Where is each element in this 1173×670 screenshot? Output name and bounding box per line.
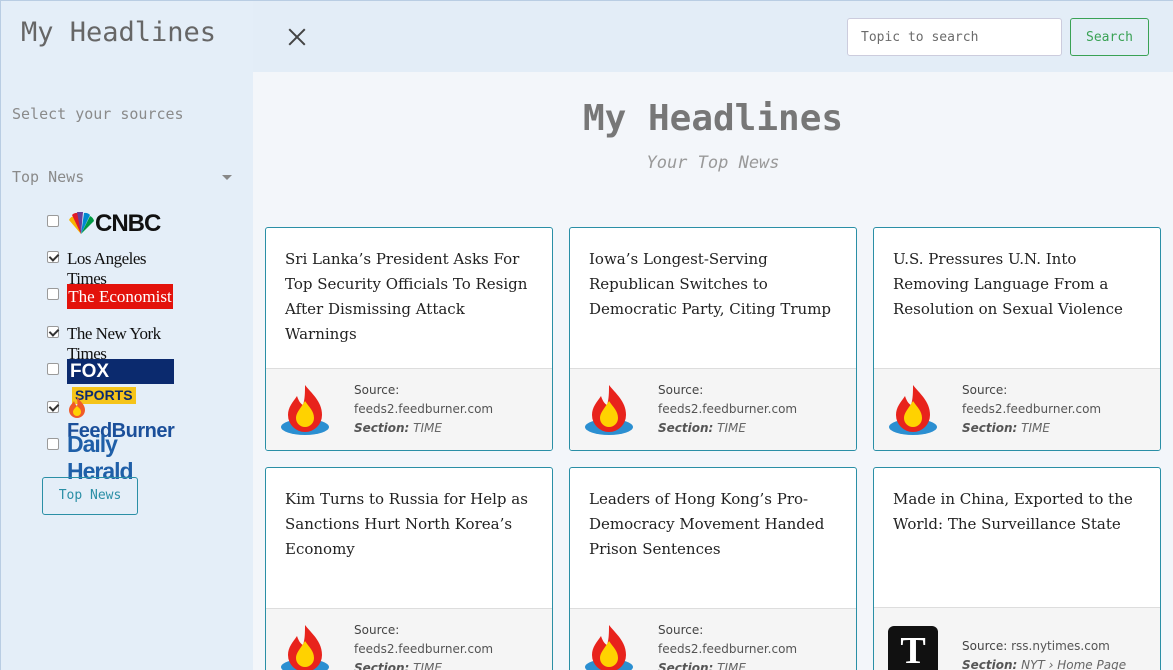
page-title: My Headlines: [582, 98, 844, 139]
nyt-icon: T: [888, 626, 938, 670]
los-angeles-times-logo[interactable]: Los Angeles Times: [67, 249, 177, 288]
top-bar: Search: [253, 0, 1173, 72]
section-label: Section:: [354, 421, 410, 435]
headline-title[interactable]: Sri Lanka’s President Asks For Top Secur…: [285, 247, 540, 347]
source-item-la-times: Los Angeles Times: [47, 244, 187, 288]
feedburner-logo[interactable]: FeedBurner: [67, 396, 177, 442]
headline-title[interactable]: Kim Turns to Russia for Help as Sanction…: [285, 487, 540, 562]
peacock-icon: [69, 212, 94, 234]
source-checkbox-cnbc[interactable]: [47, 215, 59, 227]
sources-heading: Select your sources: [12, 105, 184, 123]
source-value: feeds2.feedburner.com: [354, 402, 494, 416]
caret-down-icon: [222, 175, 232, 180]
source-item-economist: The Economist: [47, 281, 187, 309]
card-meta: Source: rss.nytimes.com Section: NYT › Ho…: [962, 637, 1126, 670]
source-label: Source:: [962, 383, 1008, 397]
card-footer: T Source: rss.nytimes.com Section: NYT › H…: [874, 607, 1160, 670]
card-meta: Source: feeds2.feedburner.com Section: TIM…: [962, 381, 1101, 438]
source-checkbox-nyt[interactable]: [47, 326, 59, 338]
cnbc-logo[interactable]: CNBC: [67, 210, 177, 238]
card-footer: Source: feeds2.feedburner.com Section: TIM…: [570, 368, 856, 450]
feedburner-icon: [281, 385, 329, 435]
card-footer: Source: feeds2.feedburner.com Section: TIM…: [266, 608, 552, 670]
source-checkbox-daily-herald[interactable]: [47, 438, 59, 450]
fox-sports-logo[interactable]: FOXSPORTS: [67, 359, 174, 404]
headline-title[interactable]: U.S. Pressures U.N. Into Removing Langua…: [893, 247, 1148, 322]
section-label: Section:: [962, 421, 1018, 435]
feedburner-icon: [585, 385, 633, 435]
card-meta: Source: feeds2.feedburner.com Section: TIM…: [354, 381, 493, 438]
section-value: TIME: [413, 421, 442, 435]
section-value: TIME: [413, 661, 442, 670]
close-icon[interactable]: [286, 26, 308, 48]
headline-card[interactable]: U.S. Pressures U.N. Into Removing Langua…: [873, 227, 1161, 451]
source-value: rss.nytimes.com: [1011, 639, 1110, 653]
headline-card[interactable]: Kim Turns to Russia for Help as Sanction…: [265, 467, 553, 670]
source-value: feeds2.feedburner.com: [354, 642, 494, 656]
card-meta: Source: feeds2.feedburner.com Section: TIM…: [658, 621, 797, 670]
headline-card[interactable]: Iowa’s Longest-Serving Republican Switch…: [569, 227, 857, 451]
source-label: Source:: [354, 623, 400, 637]
feedburner-icon: [889, 385, 937, 435]
source-label: Source:: [658, 383, 704, 397]
source-checkbox-economist[interactable]: [47, 288, 59, 300]
source-item-fox-sports: FOXSPORTS: [47, 356, 187, 404]
source-item-cnbc: CNBC: [47, 208, 187, 238]
card-meta: Source: feeds2.feedburner.com Section: TIM…: [658, 381, 797, 438]
section-label: Section:: [354, 661, 410, 670]
daily-herald-logo[interactable]: Daily Herald: [67, 431, 177, 484]
headline-title[interactable]: Iowa’s Longest-Serving Republican Switch…: [589, 247, 844, 322]
headline-title[interactable]: Made in China, Exported to the World: Th…: [893, 487, 1148, 537]
source-checkbox-fox-sports[interactable]: [47, 363, 59, 375]
headline-card[interactable]: Leaders of Hong Kong’s Pro-Democracy Mov…: [569, 467, 857, 670]
section-label: Section:: [658, 421, 714, 435]
headline-card[interactable]: Made in China, Exported to the World: Th…: [873, 467, 1161, 670]
search-input[interactable]: [847, 18, 1062, 56]
source-item-nyt: The New York Times: [47, 319, 187, 363]
headline-card[interactable]: Sri Lanka’s President Asks For Top Secur…: [265, 227, 553, 451]
category-dropdown[interactable]: Top News: [12, 168, 234, 188]
section-value: TIME: [717, 661, 746, 670]
source-label: Source:: [962, 639, 1008, 653]
section-value: TIME: [1021, 421, 1050, 435]
card-footer: Source: feeds2.feedburner.com Section: TIM…: [874, 368, 1160, 450]
search-button[interactable]: Search: [1070, 18, 1149, 56]
source-checkbox-la-times[interactable]: [47, 251, 59, 263]
headline-title[interactable]: Leaders of Hong Kong’s Pro-Democracy Mov…: [589, 487, 844, 562]
feedburner-icon: [281, 625, 329, 670]
card-meta: Source: feeds2.feedburner.com Section: TIM…: [354, 621, 493, 670]
the-economist-logo[interactable]: The Economist: [67, 284, 173, 309]
top-news-button[interactable]: Top News: [42, 477, 138, 515]
page-subtitle: Your Top News: [646, 153, 780, 173]
source-item-feedburner: FeedBurner: [47, 394, 187, 442]
new-york-times-logo[interactable]: The New York Times: [67, 324, 177, 363]
source-label: Source:: [354, 383, 400, 397]
source-value: feeds2.feedburner.com: [962, 402, 1102, 416]
flame-icon: [69, 397, 85, 418]
sidebar-title: My Headlines: [21, 17, 217, 48]
source-label: Source:: [658, 623, 704, 637]
source-value: feeds2.feedburner.com: [658, 642, 798, 656]
section-label: Section:: [658, 661, 714, 670]
category-label: Top News: [12, 168, 85, 186]
source-item-daily-herald: Daily Herald: [47, 431, 187, 484]
feedburner-icon: [585, 625, 633, 670]
section-value: NYT › Home Page: [1021, 658, 1127, 670]
source-checkbox-feedburner[interactable]: [47, 401, 59, 413]
section-value: TIME: [717, 421, 746, 435]
card-footer: Source: feeds2.feedburner.com Section: TIM…: [266, 368, 552, 450]
sidebar: My Headlines Select your sources Top New…: [0, 0, 253, 670]
source-value: feeds2.feedburner.com: [658, 402, 798, 416]
section-label: Section:: [962, 658, 1018, 670]
card-footer: Source: feeds2.feedburner.com Section: TIM…: [570, 608, 856, 670]
